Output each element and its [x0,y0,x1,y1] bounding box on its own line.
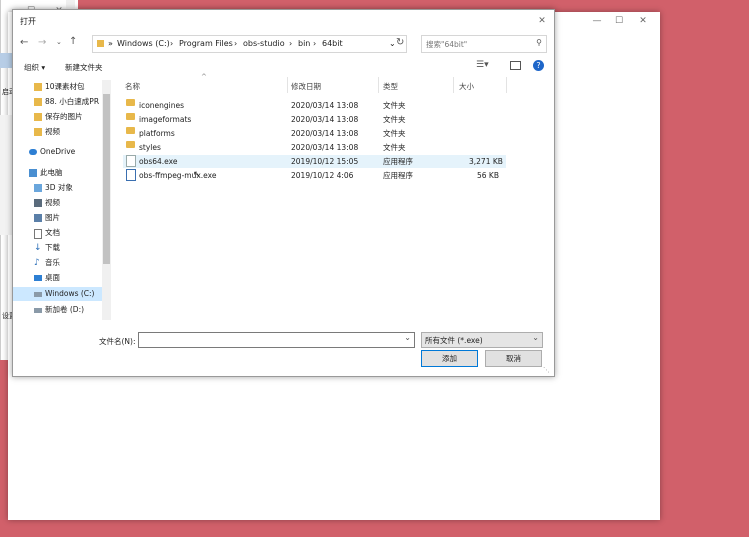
file-row[interactable]: obs-ffmpeg-mux.exe 2019/10/12 4:06 应用程序 56 … [123,169,506,182]
sidebar-item-pictures[interactable]: 图片 [13,211,111,225]
dialog-title: 打开 [20,17,36,26]
exe-file-icon [126,155,136,167]
new-folder-button[interactable]: 新建文件夹 [65,62,103,73]
mouse-cursor-icon: ↖ [193,170,201,180]
column-divider [287,77,288,93]
folder-icon [97,40,104,47]
address-bar[interactable]: » Windows (C:) › Program Files › obs-stu… [92,35,407,53]
column-divider [506,77,507,93]
filetype-select[interactable]: 所有文件 (*.exe) ⌄ [421,332,543,348]
column-header-type[interactable]: 类型 [383,81,398,92]
sidebar-item-88[interactable]: 88. 小白速成PR [13,95,111,109]
file-row-selected[interactable]: obs64.exe 2019/10/12 15:05 应用程序 3,271 KB [123,155,506,168]
sidebar-item-documents[interactable]: 文档 [13,226,111,240]
recent-dropdown-icon[interactable]: ⌄ [56,38,62,46]
cancel-button[interactable]: 取消 [485,350,542,367]
sidebar-item-onedrive[interactable]: OneDrive [13,145,111,159]
drive-icon [34,292,42,297]
file-row[interactable]: platforms 2020/03/14 13:08 文件夹 [123,127,506,140]
file-list: ^ 名称 修改日期 类型 大小 iconengines 2020/03/14 13… [113,73,553,322]
breadcrumb-separator: » [108,39,113,48]
folder-icon [34,128,42,136]
picture-icon [34,214,42,222]
sidebar-item-desktop[interactable]: 桌面 [13,271,111,285]
breadcrumb-item[interactable]: Program Files [179,39,233,48]
sort-arrow-icon: ^ [201,73,207,81]
sidebar-item-c-drive[interactable]: Windows (C:) [13,287,102,301]
chevron-down-icon[interactable]: ⌄ [404,333,411,342]
up-icon[interactable]: ↑ [69,36,77,47]
folder-icon [126,99,135,106]
folder-icon [34,98,42,106]
open-file-dialog: 打开 ✕ ← → ⌄ ↑ » Windows (C:) › Program Fi… [12,9,555,377]
navigation-pane: 10课素材包 88. 小白速成PR 保存的图片 视频 OneDrive 此电脑 … [13,77,111,322]
column-divider [378,77,379,93]
toolbar: 组织 ▾ 新建文件夹 ☰▾ ? [13,57,554,77]
chevron-right-icon[interactable]: › [289,39,292,48]
computer-icon [29,169,37,177]
sidebar-item-this-pc[interactable]: 此电脑 [13,166,111,180]
help-icon[interactable]: ? [533,60,544,71]
filetype-value: 所有文件 (*.exe) [425,336,483,345]
3d-icon [34,184,42,192]
back-icon[interactable]: ← [20,37,28,48]
desktop-icon [34,275,42,281]
chevron-right-icon[interactable]: › [313,39,316,48]
chevron-right-icon[interactable]: › [234,39,237,48]
sidebar-item-downloads[interactable]: ↓ 下载 [13,241,111,255]
sidebar-item-saved-pictures[interactable]: 保存的图片 [13,110,111,124]
sidebar-item-10[interactable]: 10课素材包 [13,80,111,94]
file-row[interactable]: iconengines 2020/03/14 13:08 文件夹 [123,99,506,112]
minimize-icon[interactable]: — [586,12,608,30]
video-icon [34,199,42,207]
sidebar-item-music[interactable]: ♪ 音乐 [13,256,111,270]
column-header-size[interactable]: 大小 [459,81,474,92]
folder-icon [34,83,42,91]
file-row[interactable]: imageformats 2020/03/14 13:08 文件夹 [123,113,506,126]
file-row[interactable]: styles 2020/03/14 13:08 文件夹 [123,141,506,154]
breadcrumb-item[interactable]: obs-studio [243,39,285,48]
cloud-icon [29,149,37,155]
close-icon[interactable]: ✕ [531,12,553,30]
breadcrumb-item[interactable]: 64bit [322,39,343,48]
folder-icon [126,113,135,120]
folder-icon [126,141,135,148]
drive-icon [34,308,42,313]
preview-pane-icon[interactable] [510,61,521,70]
music-icon: ♪ [34,258,40,268]
folder-icon [126,127,135,134]
search-icon: ⚲ [536,38,542,47]
chevron-right-icon[interactable]: › [170,39,173,48]
chevron-down-icon: ⌄ [532,333,539,342]
filename-input[interactable]: ⌄ [138,332,415,348]
sidebar-item-videos[interactable]: 视频 [13,196,111,210]
view-options-icon[interactable]: ☰▾ [476,60,489,70]
resize-grip-icon[interactable]: ⋱ [543,366,550,374]
refresh-icon[interactable]: ↻ [396,37,404,48]
sidebar-scrollbar-thumb[interactable] [103,94,110,264]
sidebar-scrollbar[interactable] [102,80,111,320]
download-icon: ↓ [34,243,42,253]
column-header-name[interactable]: 名称 [125,81,140,92]
folder-icon [34,113,42,121]
maximize-icon[interactable]: ☐ [608,12,630,30]
add-button[interactable]: 添加 [421,350,478,367]
sidebar-item-d-drive[interactable]: 新加卷 (D:) [13,303,111,317]
search-input[interactable]: 搜索"64bit" ⚲ [421,35,547,53]
sidebar-item-videos-folder[interactable]: 视频 [13,125,111,139]
exe-file-icon [126,169,136,181]
organize-button[interactable]: 组织 ▾ [24,62,45,73]
search-placeholder: 搜索"64bit" [426,40,468,49]
column-header-modified[interactable]: 修改日期 [291,81,321,92]
close-icon[interactable]: ✕ [632,12,654,30]
chevron-down-icon[interactable]: ⌄ [389,39,396,48]
document-icon [34,229,42,239]
sidebar-item-3d-objects[interactable]: 3D 对象 [13,181,111,195]
column-divider [453,77,454,93]
filename-label: 文件名(N): [99,337,136,346]
forward-icon[interactable]: → [38,37,46,48]
breadcrumb-item[interactable]: Windows (C:) [117,39,170,48]
breadcrumb-item[interactable]: bin [298,39,310,48]
